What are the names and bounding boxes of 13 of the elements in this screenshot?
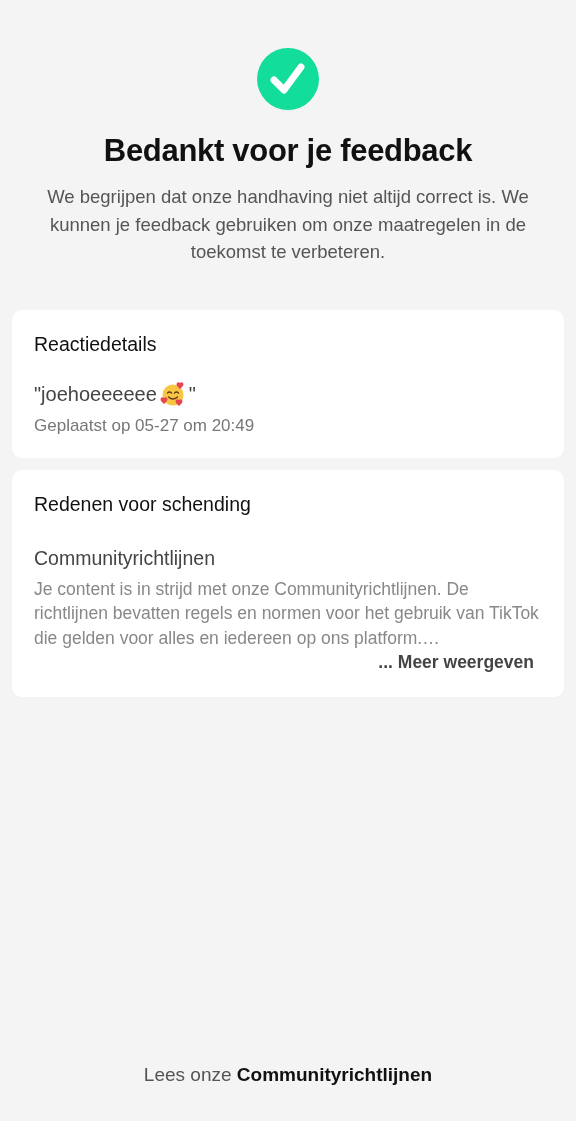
show-more-link[interactable]: ... Meer weergeven (378, 650, 534, 675)
card-heading: Reactiedetails (34, 331, 158, 357)
page-title: Bedankt voor je feedback (102, 132, 474, 170)
comment-text: "joehoeeeeee (34, 381, 157, 407)
reason-title: Communityrichtlijnen (34, 545, 216, 571)
checkmark-icon (257, 48, 319, 110)
guidelines-link[interactable]: Communityrichtlijnen (236, 1063, 433, 1085)
footer-text: Lees onze Communityrichtlijnen (142, 1062, 434, 1087)
smiling-face-with-hearts-icon (159, 380, 186, 407)
description-text: We begrijpen dat onze handhaving niet altijd correct is. We kunnen je feedback gebruiken om onze maatregelen in de toekomst te verbeteren. (46, 185, 530, 265)
comment-text: " (188, 381, 196, 407)
timestamp-text: Geplaatst op 05-27 om 20:49 (34, 414, 256, 437)
card-heading: Redenen voor schending (34, 492, 252, 518)
